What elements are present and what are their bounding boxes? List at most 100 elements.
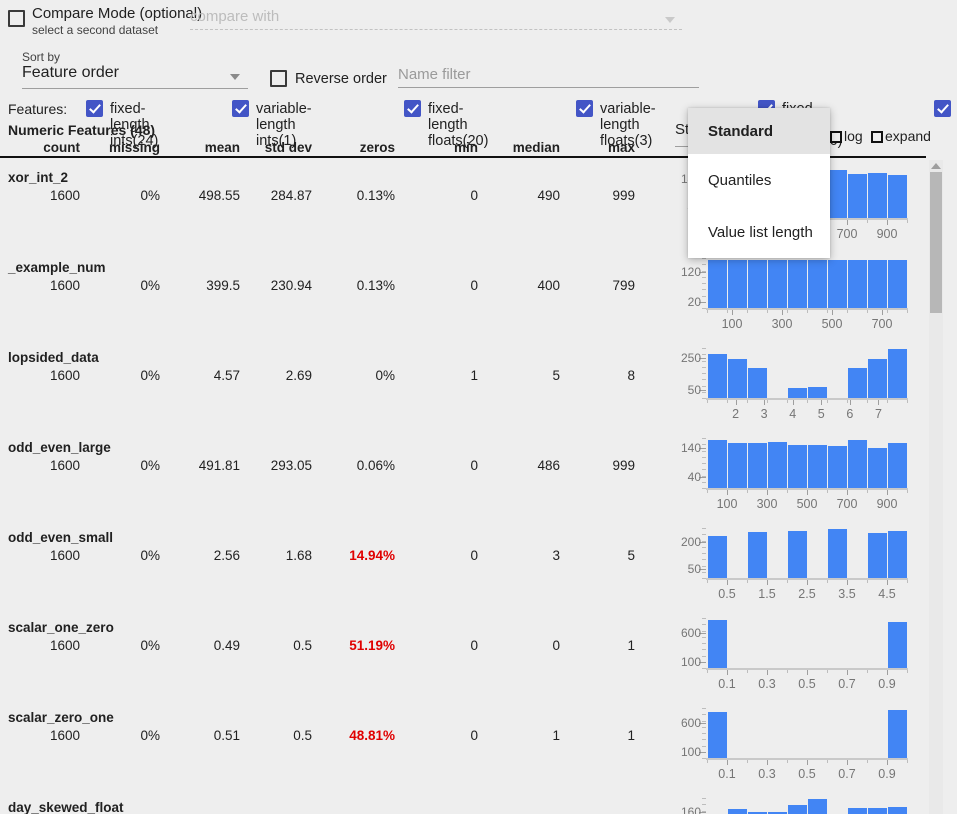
sort-select[interactable]: Feature order <box>22 64 119 82</box>
histogram-chart: 160 <box>641 793 941 814</box>
histogram-chart: 12020100300500700 <box>641 253 941 343</box>
x-axis-major-tick <box>807 580 808 585</box>
x-tick-label: 300 <box>745 497 789 511</box>
expand-checkbox[interactable] <box>871 131 883 143</box>
facets-overview-app: Compare Mode (optional) select a second … <box>0 0 957 814</box>
menu-item-quantiles[interactable]: Quantiles <box>688 154 830 206</box>
histogram-bar <box>748 443 767 488</box>
x-tick-label: 0.7 <box>825 767 869 781</box>
x-axis-tick <box>827 490 828 493</box>
compare-mode-checkbox[interactable] <box>8 10 25 27</box>
y-axis-tick <box>702 727 706 728</box>
x-axis-tick <box>747 580 748 583</box>
histogram-bar <box>848 260 867 308</box>
scroll-up-icon[interactable] <box>931 163 941 169</box>
sort-dropdown-arrow-icon[interactable] <box>230 74 240 80</box>
histogram-bar <box>788 388 807 398</box>
x-axis-major-tick <box>764 400 765 405</box>
compare-dropdown-arrow-icon[interactable] <box>665 17 675 23</box>
x-axis-major-tick <box>727 760 728 765</box>
x-axis-tick <box>867 490 868 493</box>
expand-label: expand <box>885 128 931 144</box>
y-axis-tick <box>702 649 706 650</box>
histogram-bar <box>708 712 727 758</box>
y-axis-tick <box>702 534 706 535</box>
y-axis-tick <box>702 739 706 740</box>
menu-item-value-list-length[interactable]: Value list length <box>688 206 830 258</box>
feature-row: odd_even_small16000%2.561.6814.94%035200… <box>0 523 957 613</box>
x-axis-tick <box>827 580 828 583</box>
feature-row: _example_num16000%399.5230.940.13%040079… <box>0 253 957 343</box>
y-axis-tick <box>702 553 706 554</box>
check-icon <box>937 101 949 113</box>
y-axis-tick <box>702 528 706 529</box>
histogram-chart: 6001000.10.30.50.70.9 <box>641 703 941 793</box>
x-tick-label: 0.9 <box>865 677 909 691</box>
y-tick-label: 50 <box>641 562 701 576</box>
x-tick-label: 0.3 <box>745 767 789 781</box>
histogram-bar <box>728 359 747 398</box>
feature-type-checkbox[interactable] <box>86 100 103 117</box>
feature-row: scalar_one_zero16000%0.490.551.19%001600… <box>0 613 957 703</box>
x-tick-label: 100 <box>705 497 749 511</box>
log-checkbox[interactable] <box>830 131 842 143</box>
x-axis-major-tick <box>782 310 783 315</box>
y-axis-tick <box>702 444 706 445</box>
x-axis-tick <box>707 670 708 673</box>
x-tick-label: 1.5 <box>745 587 789 601</box>
x-tick-label: 0.1 <box>705 677 749 691</box>
y-axis-tick <box>702 296 706 297</box>
scrollbar-track[interactable] <box>929 160 943 814</box>
histogram-chart: 6001000.10.30.50.70.9 <box>641 613 941 703</box>
x-tick-label: 2.5 <box>785 587 829 601</box>
x-axis-major-tick <box>793 400 794 405</box>
y-tick-label: 600 <box>641 716 701 730</box>
histogram-bar <box>848 368 867 398</box>
histogram-bar <box>728 260 747 308</box>
x-axis-tick <box>787 670 788 673</box>
x-axis-tick <box>807 310 808 313</box>
x-tick-label: 0.1 <box>705 767 749 781</box>
name-filter-input[interactable] <box>398 66 699 88</box>
stat-max: 8 <box>0 368 635 383</box>
stat-max: 5 <box>0 548 635 563</box>
histogram-bar <box>828 446 847 488</box>
y-axis-tick <box>702 361 706 362</box>
x-axis-major-tick <box>727 580 728 585</box>
feature-name: odd_even_large <box>8 440 111 455</box>
y-axis-tick <box>702 258 706 259</box>
histogram-bar <box>828 260 847 308</box>
compare-with-input[interactable] <box>190 8 682 30</box>
histogram-bar <box>888 531 907 578</box>
y-tick-label: 250 <box>641 351 701 365</box>
histogram-bar <box>708 536 727 578</box>
y-axis-tick <box>702 438 706 439</box>
scrollbar-thumb[interactable] <box>930 172 942 313</box>
x-axis-major-tick <box>882 310 883 315</box>
y-axis-tick <box>702 643 706 644</box>
menu-item-standard[interactable]: Standard <box>688 108 830 154</box>
y-axis-tick <box>702 714 706 715</box>
histogram-bar <box>748 260 767 308</box>
feature-type-checkbox[interactable] <box>934 100 951 117</box>
histogram-bar <box>868 359 887 398</box>
y-axis-tick <box>702 392 706 393</box>
sort-by-label: Sort by <box>22 50 60 64</box>
histogram-bar <box>888 443 907 488</box>
histogram-bar <box>768 260 787 308</box>
y-axis-tick <box>702 469 706 470</box>
x-tick-label: 0.5 <box>785 767 829 781</box>
x-tick-label: 0.5 <box>785 677 829 691</box>
histogram-bar <box>868 260 887 308</box>
y-axis-tick <box>702 559 706 560</box>
compare-mode-subtitle: select a second dataset <box>32 23 158 37</box>
x-axis-tick <box>727 310 728 313</box>
histogram-bar <box>788 445 807 488</box>
feature-type-checkbox[interactable] <box>576 100 593 117</box>
feature-type-checkbox[interactable] <box>232 100 249 117</box>
check-icon <box>407 101 419 113</box>
feature-type-checkbox[interactable] <box>404 100 421 117</box>
stat-max: 799 <box>0 278 635 293</box>
reverse-order-checkbox[interactable] <box>270 70 287 87</box>
feature-row: day_skewed_float160 <box>0 793 957 814</box>
